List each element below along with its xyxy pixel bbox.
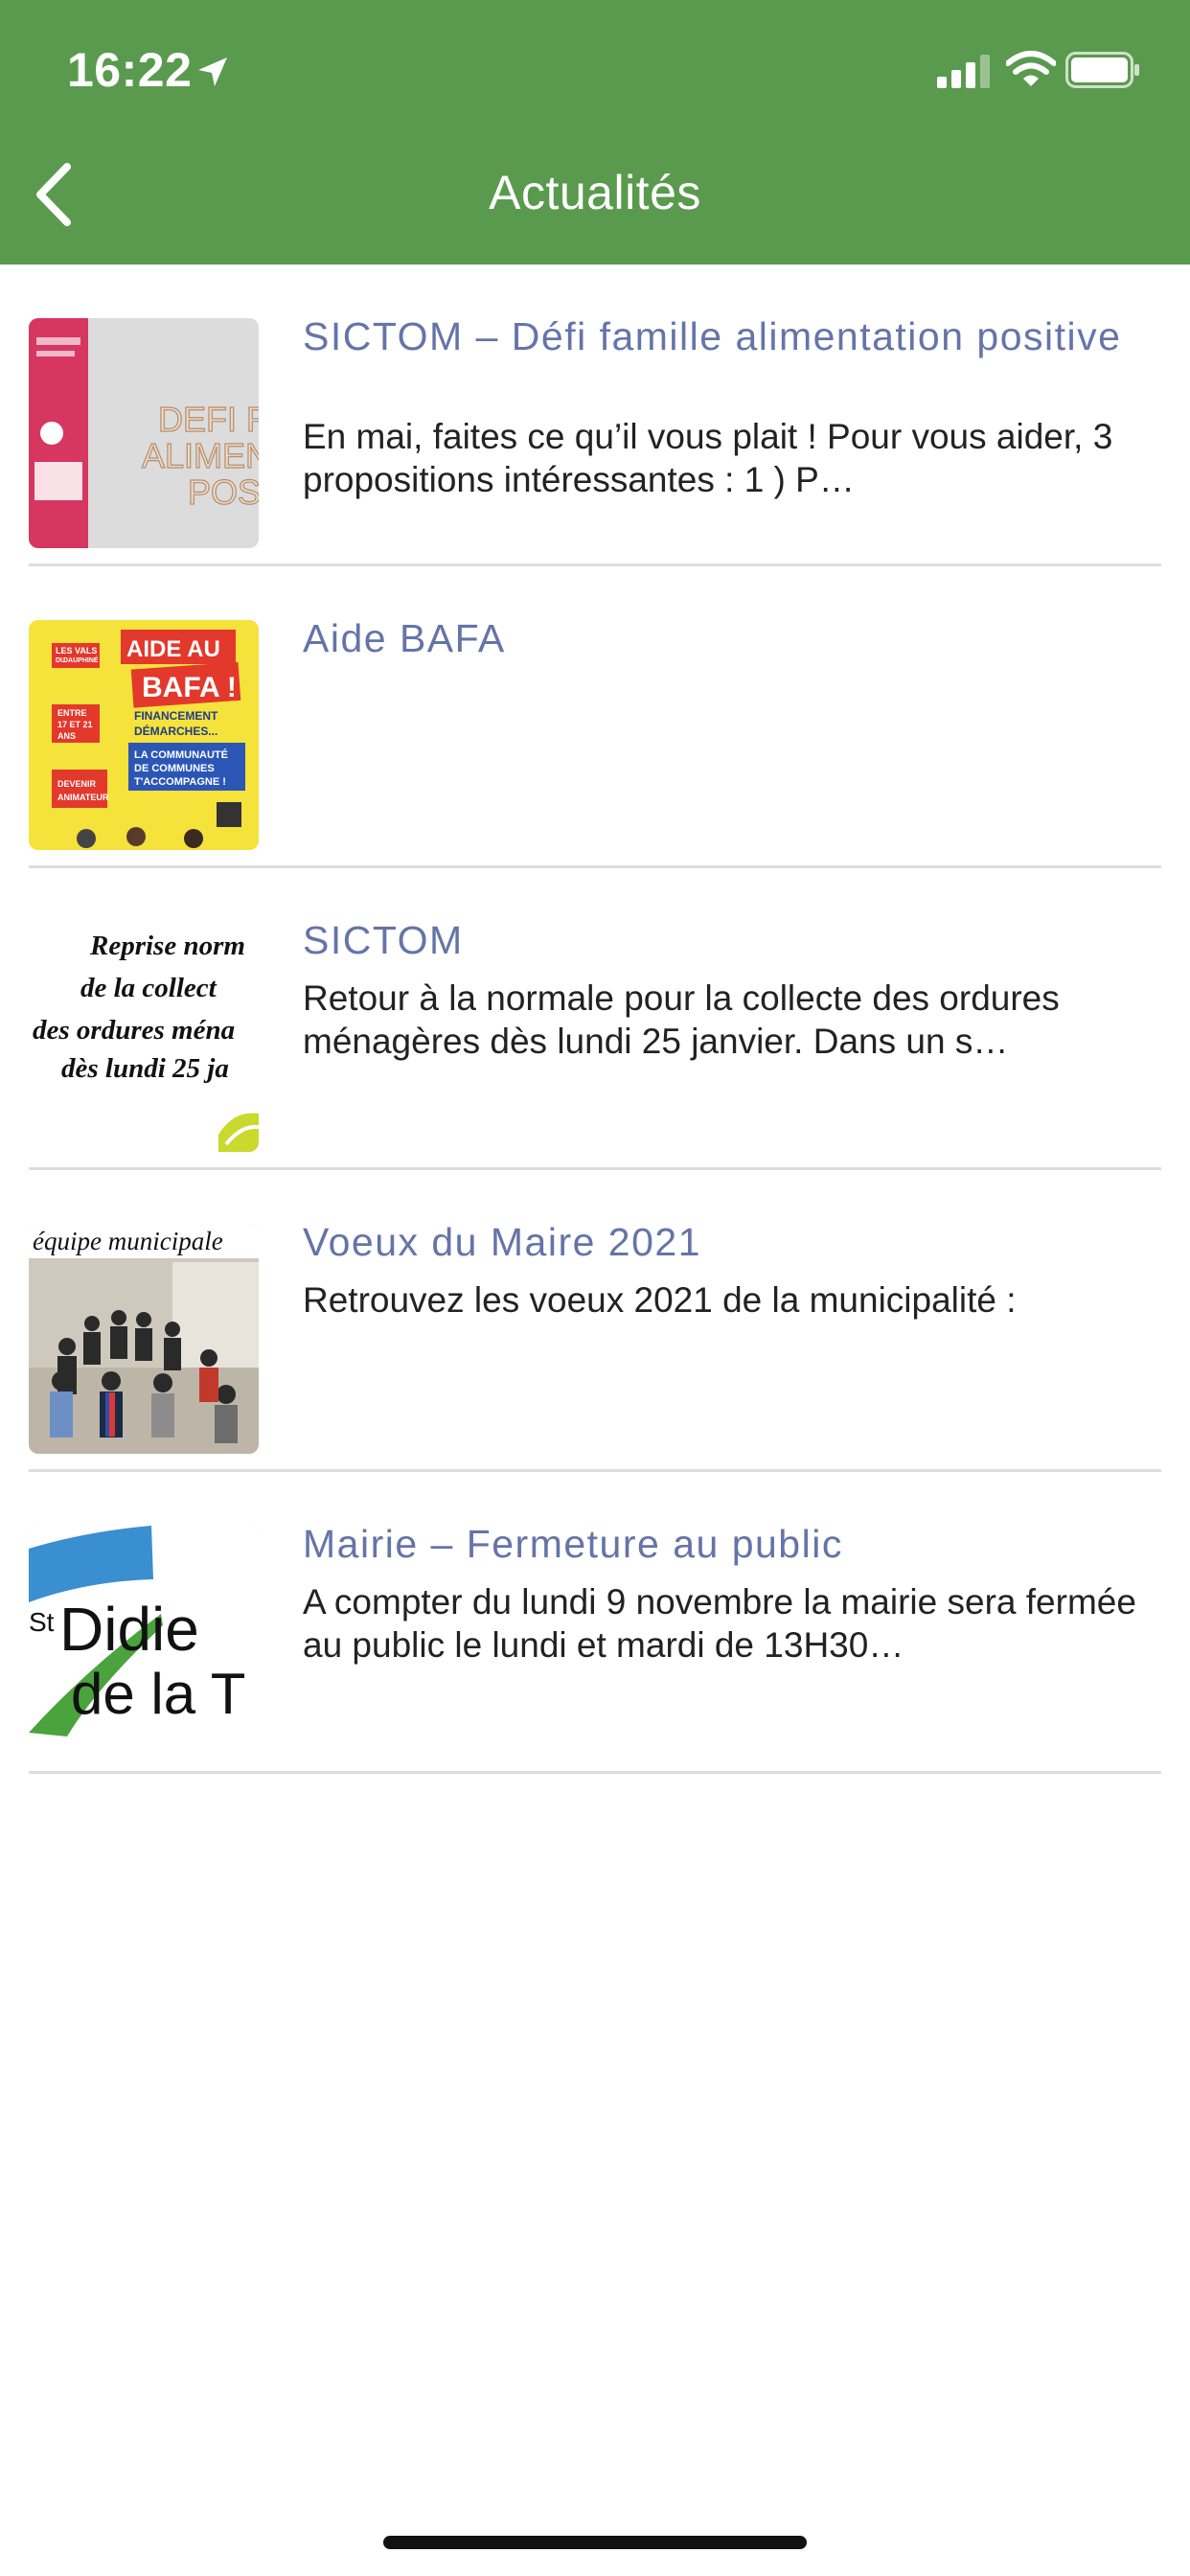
news-item[interactable]: équipe municipale Voeux du Maire 2021 Re… bbox=[29, 1170, 1161, 1472]
thumb-text: St bbox=[29, 1607, 55, 1637]
news-title: Voeux du Maire 2021 bbox=[303, 1220, 701, 1264]
cellular-signal-icon bbox=[937, 55, 990, 88]
news-title: SICTOM – Défi famille alimentation posit… bbox=[303, 314, 1122, 358]
battery-icon bbox=[1065, 52, 1139, 88]
news-thumbnail: équipe municipale bbox=[29, 1224, 259, 1454]
thumb-text: POS bbox=[188, 472, 259, 512]
thumb-text: 17 ET 21 bbox=[57, 720, 93, 729]
thumb-text: LA COMMUNAUTÉ bbox=[134, 748, 228, 761]
thumb-text: Didie bbox=[59, 1595, 199, 1664]
thumb-text: Reprise norm bbox=[89, 931, 245, 961]
news-item[interactable]: DEFI F ALIMEN POS SICTOM – Défi famille … bbox=[29, 264, 1161, 566]
wifi-icon bbox=[1006, 51, 1056, 86]
news-excerpt: Retrouvez les voeux 2021 de la municipal… bbox=[303, 1280, 1017, 1320]
news-thumbnail: AIDE AU BAFA ! FINANCEMENT DÉMARCHES... … bbox=[29, 620, 259, 850]
thumb-text: AIDE AU bbox=[126, 636, 220, 662]
news-thumbnail: DEFI F ALIMEN POS bbox=[29, 318, 259, 548]
thumb-text: DAUPHINÉ bbox=[63, 656, 99, 664]
thumb-text: ENTRE bbox=[57, 708, 87, 718]
news-excerpt: A compter du lundi 9 novembre la mairie … bbox=[303, 1582, 1136, 1665]
home-indicator[interactable] bbox=[383, 2536, 807, 2549]
news-item[interactable]: St Didie de la T Mairie – Fermeture au p… bbox=[29, 1472, 1161, 1774]
app-header: 16:22 Actualités bbox=[0, 0, 1190, 264]
thumb-text: BAFA ! bbox=[142, 672, 237, 703]
screen: 16:22 Actualités DEFI F ALIMEN POS SICTO… bbox=[0, 0, 1190, 2576]
news-thumbnail: St Didie de la T bbox=[29, 1526, 259, 1756]
thumb-text: ANS bbox=[57, 731, 76, 741]
thumb-text: DEVENIR bbox=[57, 779, 97, 789]
thumb-text: T'ACCOMPAGNE ! bbox=[134, 776, 226, 788]
news-excerpt: En mai, faites ce qu’il vous plait ! Pou… bbox=[303, 417, 1113, 499]
thumb-text: DÉMARCHES... bbox=[134, 724, 217, 738]
thumb-text: des ordures ména bbox=[33, 1015, 235, 1046]
thumb-text: LES VALS bbox=[56, 646, 97, 656]
thumb-text: ALIMEN bbox=[142, 436, 259, 475]
status-bar: 16:22 bbox=[0, 0, 1190, 144]
thumb-text: de la collect bbox=[80, 973, 217, 1003]
thumb-text: de la T bbox=[71, 1662, 245, 1726]
thumb-text: équipe municipale bbox=[33, 1227, 223, 1255]
thumb-text: dès lundi 25 ja bbox=[61, 1053, 229, 1084]
page-title: Actualités bbox=[489, 166, 701, 219]
status-time: 16:22 bbox=[67, 43, 193, 97]
thumb-text: FINANCEMENT bbox=[134, 709, 218, 723]
news-list: DEFI F ALIMEN POS SICTOM – Défi famille … bbox=[0, 264, 1190, 1774]
news-thumbnail: Reprise norm de la collect des ordures m… bbox=[29, 922, 259, 1152]
thumb-text: ANIMATEUR bbox=[57, 793, 109, 802]
location-arrow-icon bbox=[198, 58, 227, 86]
thumb-text: DE COMMUNES bbox=[134, 763, 215, 774]
news-title: SICTOM bbox=[303, 918, 464, 962]
thumb-text: DEFI F bbox=[158, 400, 259, 439]
news-item[interactable]: AIDE AU BAFA ! FINANCEMENT DÉMARCHES... … bbox=[29, 566, 1161, 868]
news-title: Mairie – Fermeture au public bbox=[303, 1522, 843, 1566]
news-item[interactable]: Reprise norm de la collect des ordures m… bbox=[29, 868, 1161, 1170]
news-title: Aide BAFA bbox=[303, 616, 506, 660]
news-excerpt: Retour à la normale pour la collecte des… bbox=[303, 978, 1060, 1061]
